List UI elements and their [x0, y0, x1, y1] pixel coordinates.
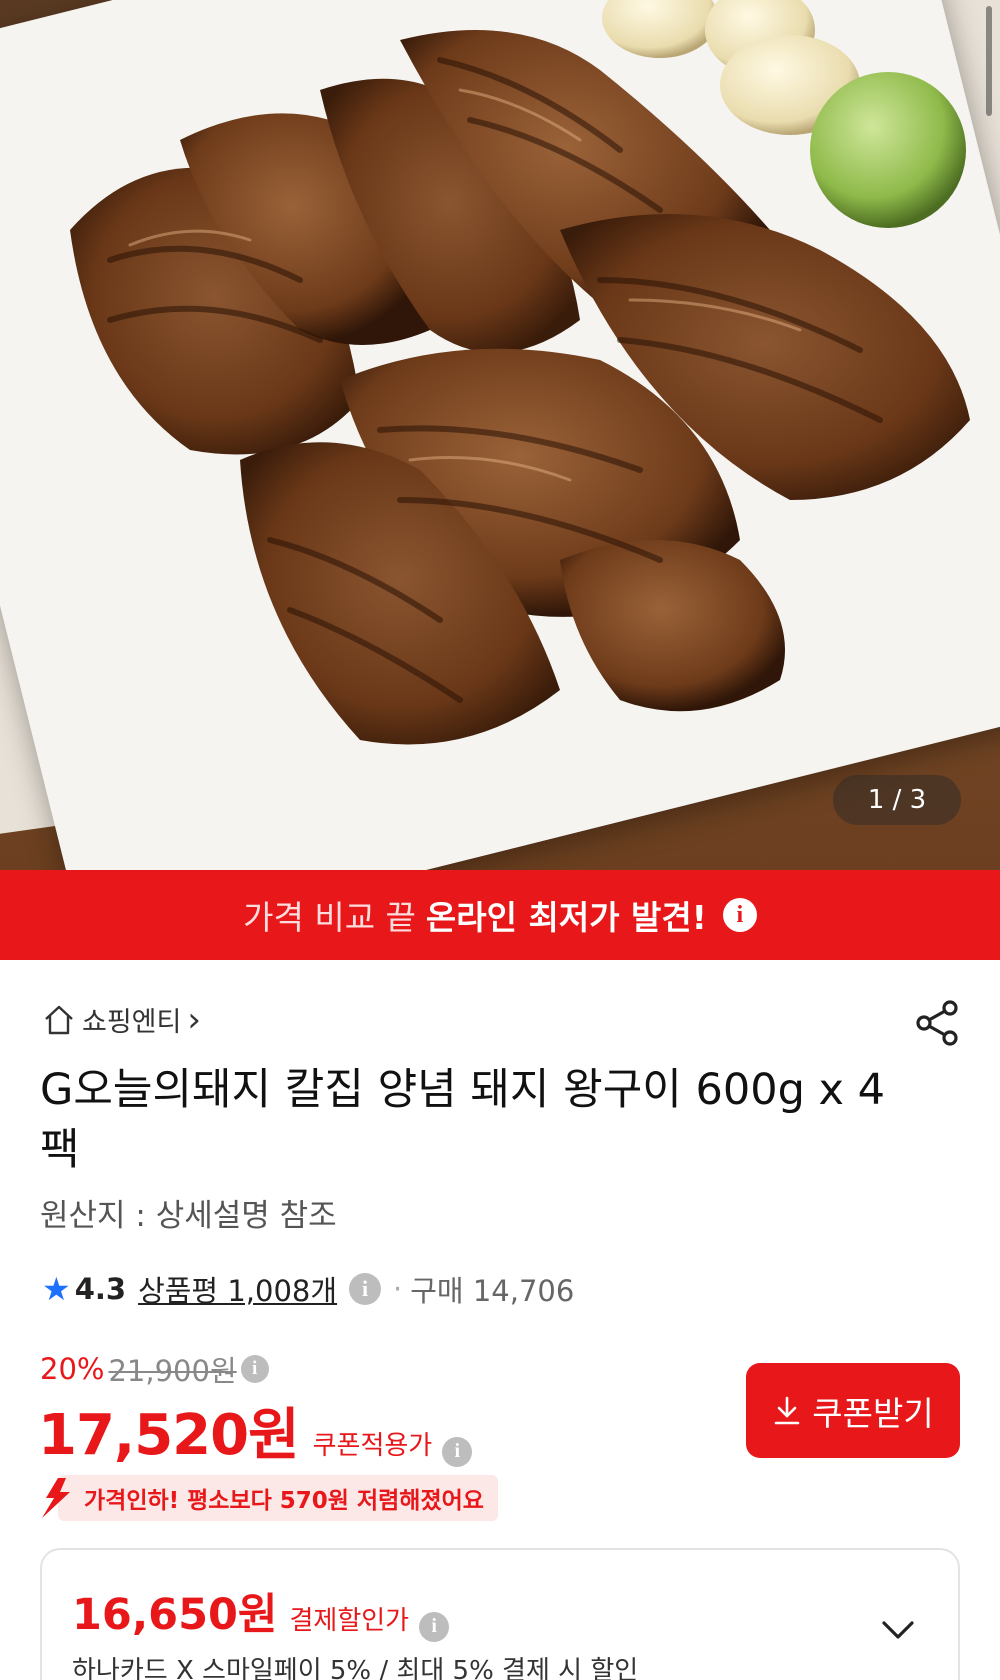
info-icon[interactable]: i — [240, 1355, 269, 1383]
get-coupon-label: 쿠폰받기 — [812, 1394, 934, 1432]
coupon-price: 17,520원 — [38, 1403, 300, 1468]
original-price: 21,900원 — [108, 1354, 237, 1388]
rating-row: ★ 4.3 상품평 1,008개 i · 구매 14,706 — [42, 1268, 574, 1310]
grilled-pork-illustration — [70, 0, 970, 745]
share-icon[interactable] — [912, 998, 962, 1048]
discount-row: 20% 21,900원 i — [40, 1348, 269, 1390]
image-pager: 1 / 3 — [833, 775, 961, 825]
origin-info: 원산지 : 상세설명 참조 — [40, 1198, 337, 1234]
download-icon — [774, 1396, 800, 1424]
info-icon[interactable]: i — [419, 1611, 450, 1642]
rating-score: 4.3 — [74, 1272, 127, 1306]
get-coupon-button[interactable]: 쿠폰받기 — [746, 1363, 960, 1458]
separator: · — [393, 1272, 403, 1306]
scroll-indicator[interactable] — [986, 6, 992, 116]
payment-discount-desc: 하나카드 X 스마일페이 5% / 최대 5% 결제 시 할인 — [72, 1656, 639, 1680]
payment-price-row: 16,650원 결제할인가 i — [72, 1580, 450, 1642]
lowest-price-banner[interactable]: 가격 비교 끝 온라인 최저가 발견! i — [0, 870, 1000, 960]
product-title: G오늘의돼지 칼집 양념 돼지 왕구이 600g x 4팩 — [40, 1065, 886, 1175]
banner-highlight: 온라인 최저가 발견! — [425, 898, 707, 937]
store-link[interactable]: 쇼핑엔티 › — [42, 1000, 201, 1039]
price-drop-note: 가격인하! 평소보다 570원 저렴해졌어요 — [36, 1475, 498, 1521]
store-name: 쇼핑엔티 — [82, 1007, 182, 1038]
coupon-price-row: 17,520원 쿠폰적용가 i — [38, 1390, 473, 1471]
chevron-right-icon: › — [187, 999, 201, 1040]
info-icon[interactable]: i — [349, 1273, 382, 1305]
payment-price: 16,650원 — [72, 1590, 278, 1640]
info-icon[interactable]: i — [442, 1436, 473, 1467]
price-drop-text: 가격인하! 평소보다 570원 저렴해졌어요 — [58, 1475, 498, 1521]
home-icon — [45, 1005, 73, 1034]
product-image[interactable]: 1 / 3 — [0, 0, 1000, 870]
purchase-count: 구매 14,706 — [410, 1274, 575, 1308]
payment-discount-card[interactable]: 16,650원 결제할인가 i 하나카드 X 스마일페이 5% / 최대 5% … — [40, 1548, 960, 1680]
coupon-price-label: 쿠폰적용가 — [312, 1431, 433, 1461]
star-icon: ★ — [42, 1270, 71, 1308]
discount-percent: 20% — [40, 1352, 105, 1386]
chevron-down-icon[interactable] — [878, 1610, 918, 1650]
review-count-link[interactable]: 상품평 1,008개 — [138, 1268, 337, 1310]
price-drop-arrow-icon — [42, 1478, 70, 1518]
payment-price-label: 결제할인가 — [289, 1606, 410, 1636]
banner-text: 가격 비교 끝 — [243, 898, 416, 937]
info-icon[interactable]: i — [722, 898, 757, 932]
